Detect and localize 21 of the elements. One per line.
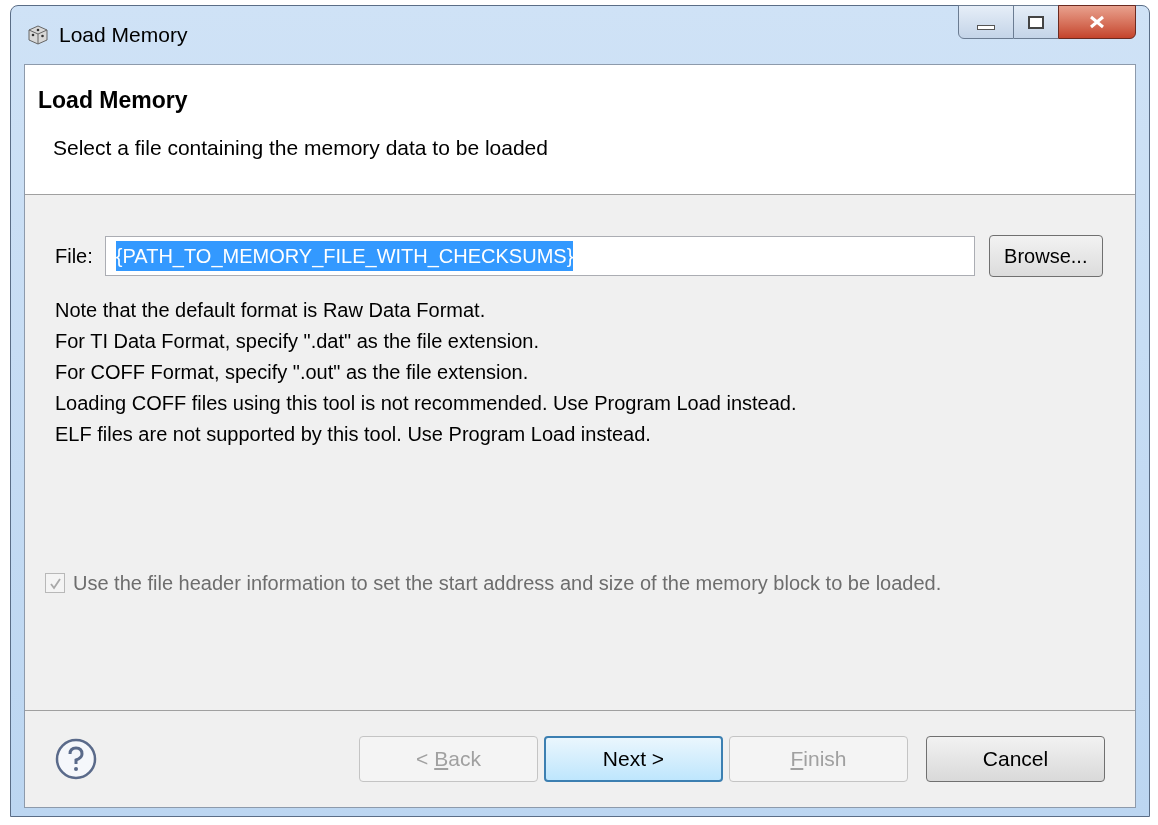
- note-text: Loading COFF files using this tool is not recommended. Use Program Load instead.: [55, 391, 798, 416]
- file-path-text: {PATH_TO_MEMORY_FILE_WITH_CHECKSUMS}: [115, 241, 574, 271]
- close-button[interactable]: [1058, 5, 1136, 39]
- minimize-button[interactable]: [958, 5, 1014, 39]
- help-icon[interactable]: [55, 738, 97, 780]
- wizard-button[interactable]: Next >: [544, 736, 723, 782]
- note-text: For COFF Format, specify ".out" as the file extension.: [55, 360, 530, 385]
- browse-button[interactable]: Browse...: [988, 235, 1103, 277]
- note-text: For TI Data Format, specify ".dat" as the file extension.: [55, 329, 541, 354]
- window-title: Load Memory: [59, 22, 188, 49]
- checkmark-icon: [48, 576, 62, 590]
- page-title: Load Memory: [38, 86, 189, 115]
- maximize-button[interactable]: [1014, 5, 1058, 39]
- wizard-button[interactable]: Cancel: [926, 736, 1105, 782]
- close-icon: [1088, 15, 1106, 29]
- note-text: ELF files are not supported by this tool. Use Program Load instead.: [55, 422, 652, 447]
- page-description: Select a file containing the memory data to be loaded: [53, 134, 549, 161]
- cube-icon: [27, 24, 49, 46]
- checkbox-label: Use the file header information to set the start address and size of the memory block to be loaded.: [73, 571, 942, 596]
- note-text: Note that the default format is Raw Data Format.: [55, 298, 487, 323]
- file-label: File:: [55, 244, 93, 269]
